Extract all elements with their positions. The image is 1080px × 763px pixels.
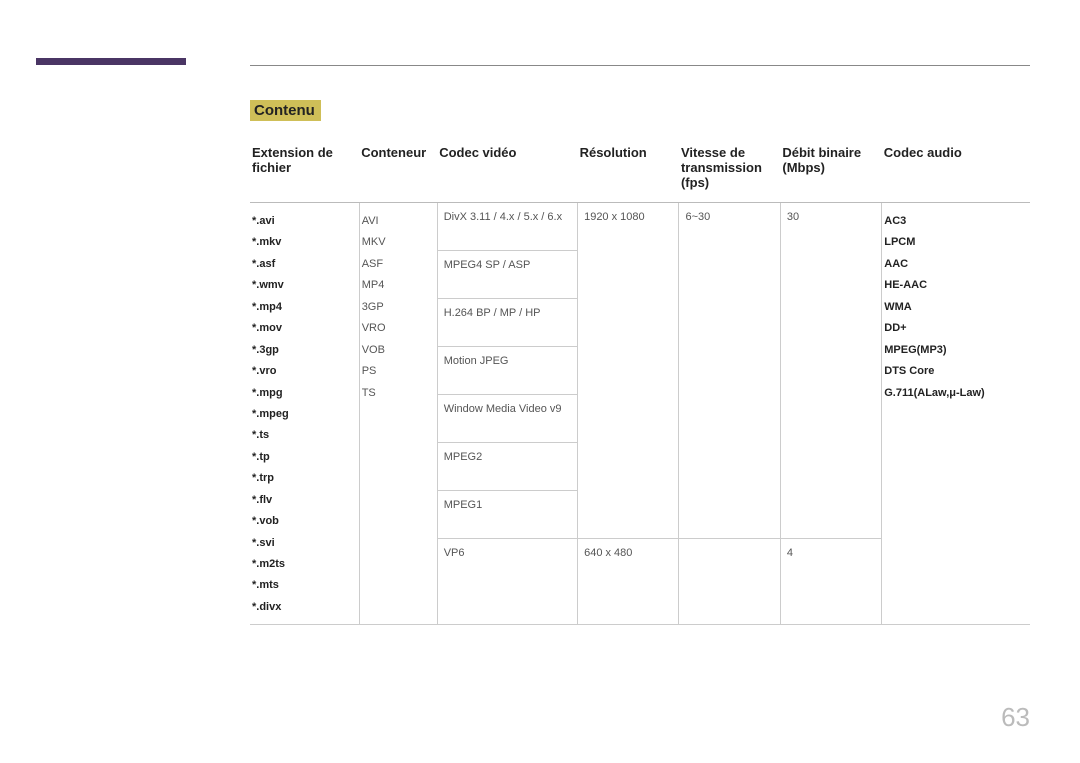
cell-audio-codecs: AC3LPCMAACHE-AACWMADD+MPEG(MP3)DTS CoreG…	[882, 203, 1030, 625]
section-title: Contenu	[250, 100, 321, 121]
extension-item: *.mpg	[252, 383, 355, 404]
extension-item: *.mp4	[252, 297, 355, 318]
extension-item: *.m2ts	[252, 554, 355, 575]
cell-resolution: 1920 x 1080 640 x 480	[578, 203, 679, 625]
video-codec-row: H.264 BP / MP / HP	[438, 299, 577, 347]
extension-item: *.asf	[252, 254, 355, 275]
extension-item: *.mpeg	[252, 404, 355, 425]
audio-codec-item: G.711(ALaw,μ-Law)	[884, 383, 1026, 404]
container-item: TS	[362, 383, 433, 404]
audio-codec-item: AAC	[884, 254, 1026, 275]
content-area: Contenu Extension de fichier Conteneur C…	[250, 100, 1030, 625]
audio-codec-item: HE-AAC	[884, 275, 1026, 296]
bitrate-bottom: 4	[781, 539, 881, 587]
cell-fps: 6~30	[679, 203, 780, 625]
cell-video-codecs: DivX 3.11 / 4.x / 5.x / 6.xMPEG4 SP / AS…	[437, 203, 577, 625]
extension-item: *.svi	[252, 533, 355, 554]
video-codec-row: Motion JPEG	[438, 347, 577, 395]
extension-item: *.mov	[252, 318, 355, 339]
tab-marker	[36, 58, 186, 65]
container-item: AVI	[362, 211, 433, 232]
audio-codec-item: AC3	[884, 211, 1026, 232]
page-number: 63	[1001, 702, 1030, 733]
video-codec-row: DivX 3.11 / 4.x / 5.x / 6.x	[438, 203, 577, 251]
resolution-top: 1920 x 1080	[578, 203, 678, 539]
extension-item: *.mts	[252, 575, 355, 596]
header-resolution: Résolution	[578, 139, 679, 203]
cell-bitrate: 30 4	[780, 203, 881, 625]
video-codec-row: MPEG4 SP / ASP	[438, 251, 577, 299]
extension-item: *.ts	[252, 425, 355, 446]
header-video-codec: Codec vidéo	[437, 139, 577, 203]
audio-codec-item: MPEG(MP3)	[884, 340, 1026, 361]
bitrate-top: 30	[781, 203, 881, 539]
extension-item: *.mkv	[252, 232, 355, 253]
header-extension: Extension de fichier	[250, 139, 359, 203]
fps-bottom	[679, 539, 779, 587]
container-item: VOB	[362, 340, 433, 361]
container-item: PS	[362, 361, 433, 382]
container-item: 3GP	[362, 297, 433, 318]
container-item: MP4	[362, 275, 433, 296]
audio-codec-item: DD+	[884, 318, 1026, 339]
cell-containers: AVIMKVASFMP43GPVROVOBPSTS	[359, 203, 437, 625]
extension-item: *.avi	[252, 211, 355, 232]
cell-extensions: *.avi*.mkv*.asf*.wmv*.mp4*.mov*.3gp*.vro…	[250, 203, 359, 625]
video-codec-row: MPEG1	[438, 491, 577, 539]
resolution-bottom: 640 x 480	[578, 539, 678, 587]
codec-table: Extension de fichier Conteneur Codec vid…	[250, 139, 1030, 625]
extension-item: *.tp	[252, 447, 355, 468]
header-audio-codec: Codec audio	[882, 139, 1030, 203]
audio-codec-item: DTS Core	[884, 361, 1026, 382]
video-codec-row: MPEG2	[438, 443, 577, 491]
audio-codec-item: LPCM	[884, 232, 1026, 253]
extension-item: *.vob	[252, 511, 355, 532]
video-codec-row: Window Media Video v9	[438, 395, 577, 443]
video-codec-row: VP6	[438, 539, 577, 587]
extension-item: *.wmv	[252, 275, 355, 296]
header-container: Conteneur	[359, 139, 437, 203]
extension-item: *.divx	[252, 597, 355, 618]
audio-codec-item: WMA	[884, 297, 1026, 318]
extension-item: *.flv	[252, 490, 355, 511]
top-rule	[250, 65, 1030, 66]
extension-item: *.trp	[252, 468, 355, 489]
extension-item: *.vro	[252, 361, 355, 382]
extension-item: *.3gp	[252, 340, 355, 361]
container-item: ASF	[362, 254, 433, 275]
header-fps: Vitesse de transmission (fps)	[679, 139, 780, 203]
container-item: MKV	[362, 232, 433, 253]
container-item: VRO	[362, 318, 433, 339]
header-bitrate: Débit binaire (Mbps)	[780, 139, 881, 203]
fps-top: 6~30	[679, 203, 779, 539]
